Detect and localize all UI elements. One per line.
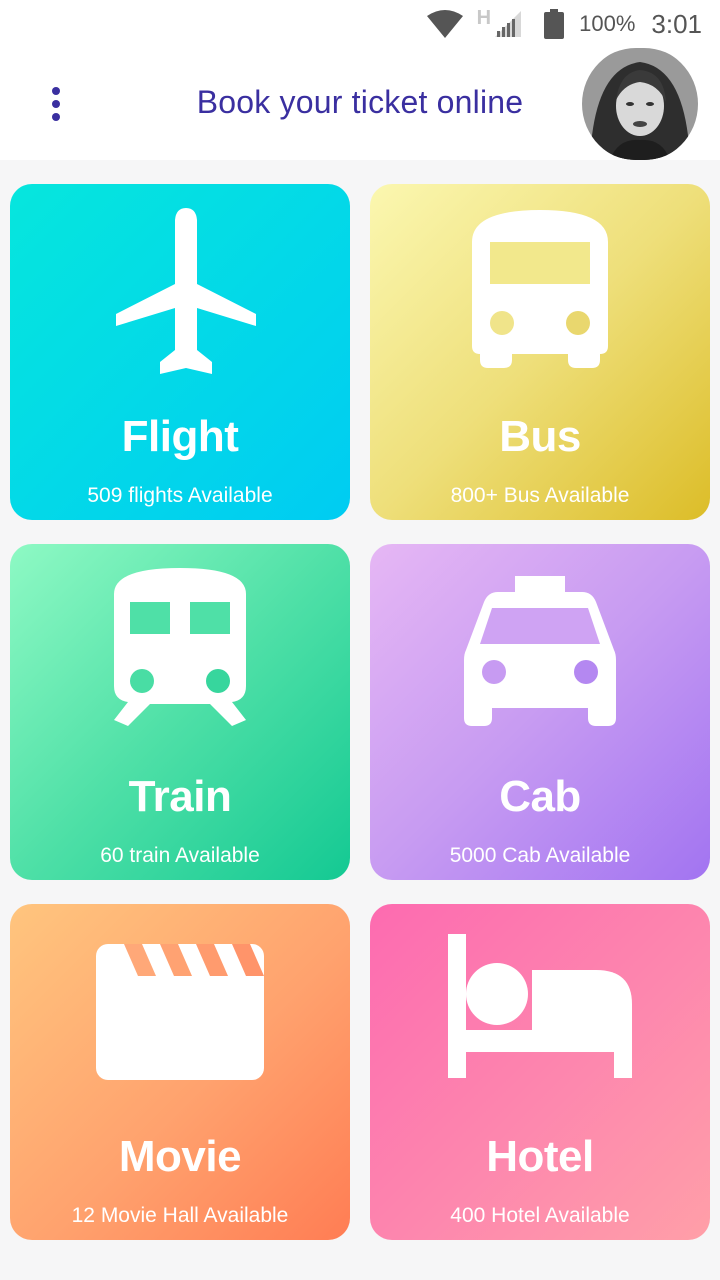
category-subtitle: 509 flights Available — [87, 484, 273, 507]
category-subtitle: 800+ Bus Available — [450, 484, 630, 507]
category-card-flight[interactable]: Flight 509 flights Available — [10, 184, 350, 520]
network-type: H — [476, 6, 492, 29]
category-card-movie[interactable]: Movie 12 Movie Hall Available — [10, 904, 350, 1240]
wifi-icon — [426, 10, 463, 38]
signal-icon — [495, 11, 522, 37]
category-subtitle: 5000 Cab Available — [449, 844, 631, 867]
category-subtitle: 12 Movie Hall Available — [71, 1204, 289, 1227]
bus-icon — [472, 210, 608, 368]
category-subtitle: 400 Hotel Available — [450, 1204, 630, 1227]
clock: 3:01 — [651, 8, 702, 39]
category-title: Train — [128, 772, 232, 821]
category-card-hotel[interactable]: Hotel 400 Hotel Available — [370, 904, 710, 1240]
category-card-cab[interactable]: Cab 5000 Cab Available — [370, 544, 710, 880]
battery-percent: 100% — [579, 11, 636, 36]
taxi-icon — [464, 576, 616, 726]
category-title: Cab — [499, 772, 581, 821]
battery-icon — [543, 9, 565, 39]
avatar[interactable] — [580, 48, 700, 160]
clapperboard-icon — [96, 944, 264, 1080]
category-card-train[interactable]: Train 60 train Available — [10, 544, 350, 880]
category-title: Bus — [499, 412, 581, 461]
app-bar: Book your ticket online — [0, 48, 720, 160]
category-title: Flight — [121, 412, 239, 461]
category-title: Hotel — [486, 1132, 594, 1181]
category-card-bus[interactable]: Bus 800+ Bus Available — [370, 184, 710, 520]
bed-icon — [448, 934, 632, 1078]
airplane-icon — [116, 208, 256, 374]
train-icon — [114, 568, 246, 726]
category-subtitle: 60 train Available — [100, 844, 260, 867]
status-bar: H 100% 3:01 — [0, 0, 720, 48]
category-title: Movie — [118, 1132, 242, 1181]
